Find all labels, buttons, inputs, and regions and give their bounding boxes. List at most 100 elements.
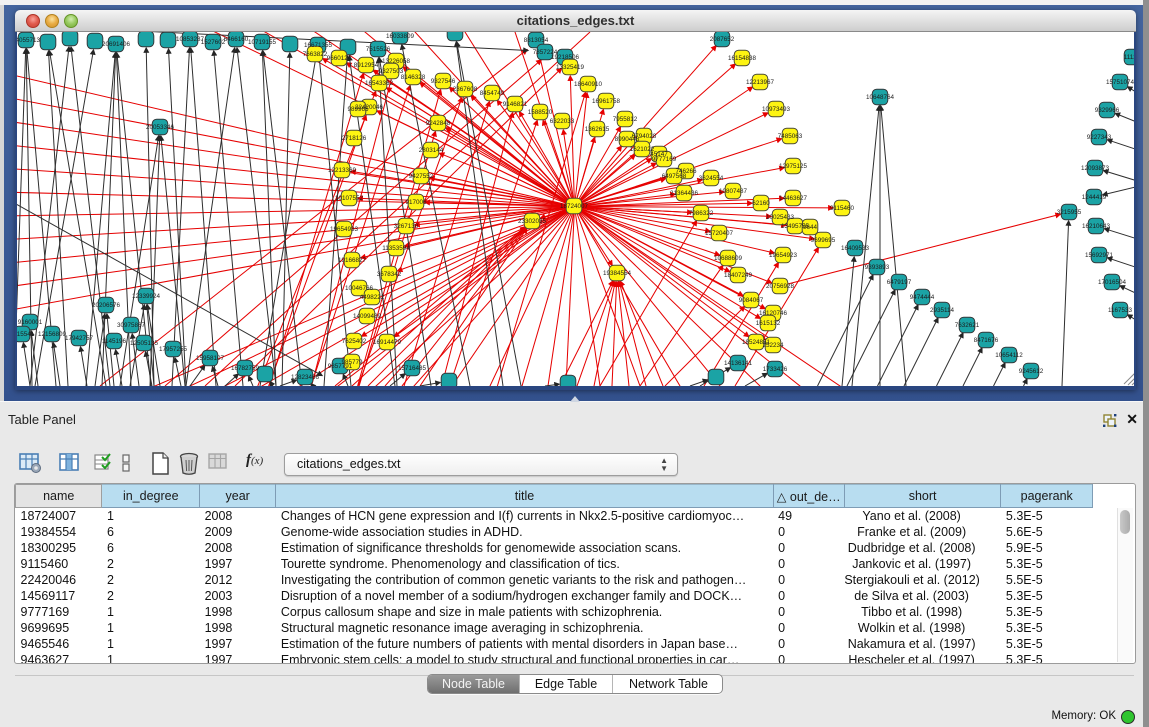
svg-text:14055713: 14055713 (17, 37, 40, 44)
svg-text:9327546: 9327546 (431, 78, 456, 85)
svg-text:12213967: 12213967 (746, 79, 775, 86)
svg-text:18724007: 18724007 (560, 203, 589, 210)
svg-text:8146328: 8146328 (401, 74, 426, 81)
svg-text:15958107: 15958107 (196, 355, 225, 362)
svg-text:1733426: 1733426 (763, 366, 788, 373)
svg-text:14136141: 14136141 (724, 360, 753, 367)
svg-text:17942757: 17942757 (65, 335, 94, 342)
svg-text:16154838: 16154838 (728, 55, 757, 62)
svg-text:10107552: 10107552 (335, 195, 364, 202)
svg-text:9227343: 9227343 (1087, 134, 1112, 141)
svg-text:23302035: 23302035 (518, 218, 547, 225)
svg-text:7515526: 7515526 (366, 46, 391, 53)
svg-text:9242848: 9242848 (426, 120, 451, 127)
svg-text:252234: 252234 (762, 342, 784, 349)
svg-text:10648764: 10648764 (866, 94, 895, 101)
svg-text:10688609: 10688609 (714, 255, 743, 262)
svg-text:1145196: 1145196 (102, 338, 127, 345)
svg-text:6466160: 6466160 (224, 36, 249, 43)
svg-text:989965: 989965 (347, 106, 369, 113)
svg-text:3267130: 3267130 (394, 223, 419, 230)
svg-text:3915541: 3915541 (17, 331, 35, 338)
svg-text:12339924: 12339924 (132, 293, 161, 300)
svg-text:7632621: 7632621 (955, 322, 980, 329)
svg-text:6479197: 6479197 (887, 279, 912, 286)
svg-text:3624554: 3624554 (699, 175, 724, 182)
svg-text:9160001: 9160001 (18, 319, 43, 326)
svg-text:16782759: 16782759 (231, 365, 260, 372)
svg-text:16033809: 16033809 (386, 33, 415, 40)
svg-text:9245612: 9245612 (1019, 368, 1044, 375)
svg-text:12093873: 12093873 (1081, 165, 1110, 172)
svg-text:17016504: 17016504 (1098, 279, 1127, 286)
svg-text:985779: 985779 (341, 359, 363, 366)
svg-text:9660124: 9660124 (327, 55, 352, 62)
svg-text:1527602: 1527602 (201, 39, 226, 46)
svg-text:2367608: 2367608 (453, 86, 478, 93)
svg-text:16210643: 16210643 (1082, 223, 1111, 230)
svg-text:20756928: 20756928 (766, 283, 795, 290)
svg-text:2935114: 2935114 (930, 307, 955, 314)
svg-text:18640910: 18640910 (574, 81, 603, 88)
svg-text:3678342: 3678342 (377, 271, 402, 278)
svg-text:9474444: 9474444 (910, 294, 935, 301)
svg-text:10046766: 10046766 (345, 285, 374, 292)
svg-text:7955812: 7955812 (613, 116, 638, 123)
svg-text:15716485: 15716485 (398, 365, 427, 372)
svg-text:2803144: 2803144 (419, 147, 444, 154)
svg-text:7625402: 7625402 (342, 338, 367, 345)
svg-text:21364436: 21364436 (670, 190, 699, 197)
svg-text:16409533: 16409533 (841, 245, 870, 252)
svg-text:20053346: 20053346 (146, 124, 175, 131)
svg-text:1167533: 1167533 (1108, 307, 1133, 314)
svg-text:19384554: 19384554 (603, 270, 632, 277)
svg-text:9084067: 9084067 (739, 297, 764, 304)
svg-text:12823466: 12823466 (291, 374, 320, 381)
svg-text:20206576: 20206576 (92, 302, 121, 309)
svg-text:1244419: 1244419 (1082, 194, 1107, 201)
svg-text:11353594: 11353594 (382, 245, 410, 252)
svg-text:15720407: 15720407 (705, 230, 734, 237)
svg-text:8454749: 8454749 (480, 90, 505, 97)
svg-text:10807487: 10807487 (719, 188, 748, 195)
svg-text:10973493: 10973493 (762, 106, 791, 113)
svg-text:12213369: 12213369 (328, 167, 357, 174)
svg-text:14099489: 14099489 (353, 313, 382, 320)
svg-text:62160: 62160 (752, 200, 770, 207)
svg-text:8471676: 8471676 (974, 337, 999, 344)
svg-text:6497568: 6497568 (662, 173, 687, 180)
svg-text:2087652: 2087652 (710, 36, 735, 43)
svg-text:20691406: 20691406 (102, 41, 131, 48)
svg-text:8813054: 8813054 (524, 37, 549, 44)
svg-text:16671355: 16671355 (304, 42, 333, 49)
svg-text:12156809: 12156809 (38, 331, 67, 338)
svg-text:9777169: 9777169 (652, 156, 677, 163)
svg-text:11124: 11124 (1124, 54, 1134, 61)
svg-text:10719155: 10719155 (248, 39, 277, 46)
svg-text:3215955: 3215955 (1057, 209, 1082, 216)
svg-text:17957255: 17957255 (159, 346, 188, 353)
svg-text:1588520: 1588520 (528, 109, 553, 116)
svg-text:9329966: 9329966 (1095, 107, 1120, 114)
svg-text:19654923: 19654923 (769, 252, 798, 259)
svg-text:6322033: 6322033 (550, 118, 575, 125)
svg-text:917006: 917006 (405, 199, 427, 206)
svg-text:8912954: 8912954 (354, 62, 379, 69)
svg-text:7663822: 7663822 (303, 51, 328, 58)
svg-text:13325419: 13325419 (556, 64, 585, 71)
svg-text:10025433: 10025433 (766, 214, 795, 221)
svg-text:19654933: 19654933 (330, 226, 359, 233)
svg-text:30975867: 30975867 (117, 322, 146, 329)
svg-text:9393893: 9393893 (865, 264, 890, 271)
svg-text:4498222: 4498222 (360, 294, 385, 301)
svg-text:2718126: 2718126 (342, 135, 367, 142)
svg-text:19166827: 19166827 (338, 257, 367, 264)
svg-text:16543362: 16543362 (365, 80, 394, 87)
svg-text:7485063: 7485063 (778, 133, 803, 140)
svg-text:9115460: 9115460 (830, 205, 855, 212)
svg-text:7986322: 7986322 (689, 210, 714, 217)
svg-text:1615132: 1615132 (756, 320, 781, 327)
svg-text:15751074: 15751074 (1106, 79, 1134, 86)
svg-text:12505135: 12505135 (130, 340, 159, 347)
svg-text:12975125: 12975125 (779, 163, 808, 170)
